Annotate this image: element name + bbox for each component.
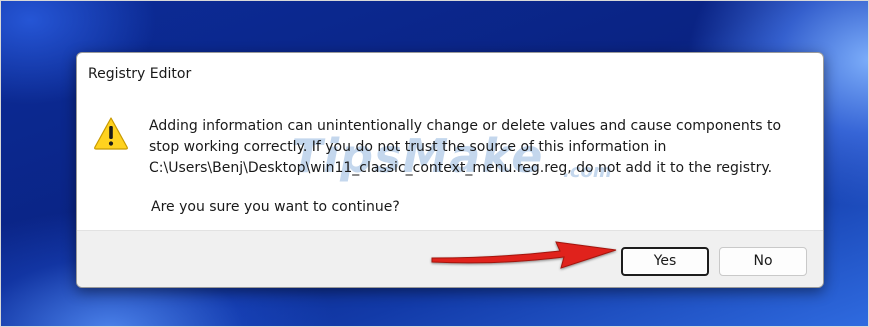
dialog-message: Adding information can unintentionally c… (149, 118, 782, 176)
yes-button[interactable]: Yes (621, 247, 709, 276)
dialog-title: Registry Editor (88, 66, 192, 82)
no-button[interactable]: No (719, 247, 807, 276)
dialog-question: Are you sure you want to continue? (151, 199, 400, 215)
warning-icon (94, 117, 128, 150)
red-arrow-annotation (431, 241, 617, 269)
